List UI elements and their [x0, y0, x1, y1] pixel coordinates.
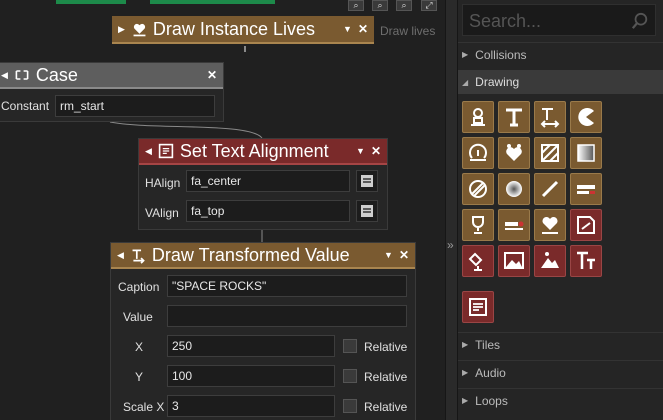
- list-icon: [361, 205, 373, 217]
- set-text-alignment-block[interactable]: ◀ Set Text Alignment ▼ ✕ HAlign fa_cente…: [138, 138, 388, 230]
- search-icon[interactable]: [631, 12, 649, 33]
- section-label: Collisions: [475, 47, 527, 62]
- draw-text-icon[interactable]: [498, 101, 530, 133]
- section-label: Loops: [475, 393, 508, 408]
- draw-transformed-value-block[interactable]: ◀ Draw Transformed Value ▼ ✕ Caption "SP…: [110, 242, 416, 420]
- block-title: Draw Transformed Value: [151, 244, 350, 265]
- constants-picker-button[interactable]: [356, 200, 378, 222]
- section-loops[interactable]: ▶ Loops: [458, 388, 663, 412]
- block-menu-icon[interactable]: ▼: [384, 250, 393, 260]
- section-label: Audio: [475, 365, 506, 380]
- block-title: Set Text Alignment: [179, 140, 329, 161]
- draw-ellipse-pattern-icon[interactable]: [462, 173, 494, 205]
- draw-color-icon[interactable]: [462, 245, 494, 277]
- block-header[interactable]: ◀ Set Text Alignment ▼ ✕: [139, 139, 387, 165]
- double-chevron-icon[interactable]: »: [447, 238, 454, 252]
- draw-arrow-circle-icon[interactable]: [462, 137, 494, 169]
- relative-label: Relative: [364, 370, 408, 384]
- text-align-icon: [158, 143, 175, 160]
- scalex-field[interactable]: 3: [167, 395, 335, 417]
- block-menu-icon[interactable]: ▼: [356, 146, 365, 156]
- draw-trophy-icon[interactable]: [462, 209, 494, 241]
- text-align-icon[interactable]: [462, 291, 494, 323]
- panel-splitter[interactable]: »: [445, 0, 458, 420]
- section-label: Tiles: [475, 337, 501, 352]
- case-block[interactable]: ◀ Case ✕ Constant rm_start: [0, 62, 224, 122]
- relative-label: Relative: [364, 340, 408, 354]
- block-header[interactable]: ▶ Draw Instance Lives ▼ ✕: [112, 16, 374, 44]
- draw-instance-lives-block[interactable]: ▶ Draw Instance Lives ▼ ✕: [112, 16, 374, 44]
- lives-icon: [131, 21, 148, 38]
- expand-arrow-icon[interactable]: ▶: [118, 24, 125, 35]
- transformed-text-icon: [130, 247, 147, 264]
- draw-rectangle-pattern-icon[interactable]: [534, 137, 566, 169]
- valign-label: VAlign: [145, 206, 179, 220]
- relative-y-checkbox[interactable]: [343, 369, 357, 383]
- constants-picker-button[interactable]: [356, 170, 378, 192]
- action-canvas[interactable]: ⌕ ⌕ ⌕ ⤢ ▶ Draw Instance Lives ▼ ✕ Draw l…: [0, 0, 445, 420]
- draw-pie-icon[interactable]: [570, 101, 602, 133]
- block-title: Draw Instance Lives: [152, 18, 315, 39]
- search-placeholder: Search...: [469, 11, 542, 31]
- search-input[interactable]: Search...: [462, 4, 656, 36]
- draw-self-icon[interactable]: [462, 101, 494, 133]
- collapse-arrow-icon[interactable]: ◀: [117, 250, 124, 261]
- close-icon[interactable]: ✕: [207, 68, 217, 82]
- relative-scalex-checkbox[interactable]: [343, 399, 357, 413]
- list-icon: [361, 175, 373, 187]
- x-field[interactable]: 250: [167, 335, 335, 357]
- draw-gradient-rectangle-icon[interactable]: [570, 137, 602, 169]
- relative-label: Relative: [364, 400, 408, 414]
- block-title: Case: [35, 64, 78, 85]
- draw-lives-icon[interactable]: [534, 209, 566, 241]
- block-header[interactable]: ◀ Case ✕: [0, 63, 223, 89]
- draw-sprite-edit-icon[interactable]: [570, 209, 602, 241]
- draw-value-icon[interactable]: [498, 209, 530, 241]
- draw-healthbar-icon[interactable]: [570, 173, 602, 205]
- block-header[interactable]: ◀ Draw Transformed Value ▼ ✕: [111, 243, 415, 269]
- halign-field[interactable]: fa_center: [186, 170, 350, 192]
- draw-gradient-ellipse-icon[interactable]: [498, 173, 530, 205]
- section-tiles[interactable]: ▶ Tiles: [458, 332, 663, 356]
- constant-label: Constant: [1, 99, 50, 113]
- close-icon[interactable]: ✕: [399, 248, 409, 262]
- y-field[interactable]: 100: [167, 365, 335, 387]
- section-audio[interactable]: ▶ Audio: [458, 360, 663, 384]
- constant-field[interactable]: rm_start: [55, 95, 215, 117]
- block-menu-icon[interactable]: ▼: [343, 24, 352, 34]
- close-icon[interactable]: ✕: [371, 144, 381, 158]
- section-collisions[interactable]: ▶ Collisions: [458, 42, 663, 66]
- caption-label: Caption: [118, 280, 160, 294]
- case-icon: [14, 67, 31, 84]
- expanded-arrow-icon: ◢: [462, 77, 469, 87]
- draw-background-icon[interactable]: [498, 245, 530, 277]
- halign-label: HAlign: [145, 176, 181, 190]
- block-comment: Draw lives: [380, 24, 436, 38]
- value-label: Value: [123, 310, 153, 324]
- x-label: X: [135, 340, 144, 354]
- scalex-label: Scale X: [123, 400, 165, 414]
- collapsed-arrow-icon: ▶: [462, 340, 469, 349]
- close-icon[interactable]: ✕: [358, 22, 368, 36]
- section-drawing[interactable]: ◢ Drawing: [458, 70, 663, 94]
- valign-field[interactable]: fa_top: [186, 200, 350, 222]
- collapsed-arrow-icon: ▶: [462, 368, 469, 377]
- collapsed-arrow-icon: ▶: [462, 396, 469, 405]
- y-label: Y: [135, 370, 144, 384]
- draw-line-icon[interactable]: [534, 173, 566, 205]
- draw-hearts-icon[interactable]: [498, 137, 530, 169]
- relative-x-checkbox[interactable]: [343, 339, 357, 353]
- section-label: Drawing: [475, 75, 520, 89]
- draw-transformed-text-icon[interactable]: [534, 101, 566, 133]
- collapsed-arrow-icon: ▶: [462, 50, 469, 59]
- collapse-arrow-icon[interactable]: ◀: [145, 146, 152, 157]
- font-icon[interactable]: [570, 245, 602, 277]
- caption-field[interactable]: "SPACE ROCKS": [167, 275, 407, 297]
- draw-landscape-icon[interactable]: [534, 245, 566, 277]
- toolbox-panel: Search... ▶ Collisions ◢ Drawing ▶ Tiles…: [458, 0, 663, 420]
- value-field[interactable]: [167, 305, 407, 327]
- collapse-arrow-icon[interactable]: ◀: [1, 70, 8, 81]
